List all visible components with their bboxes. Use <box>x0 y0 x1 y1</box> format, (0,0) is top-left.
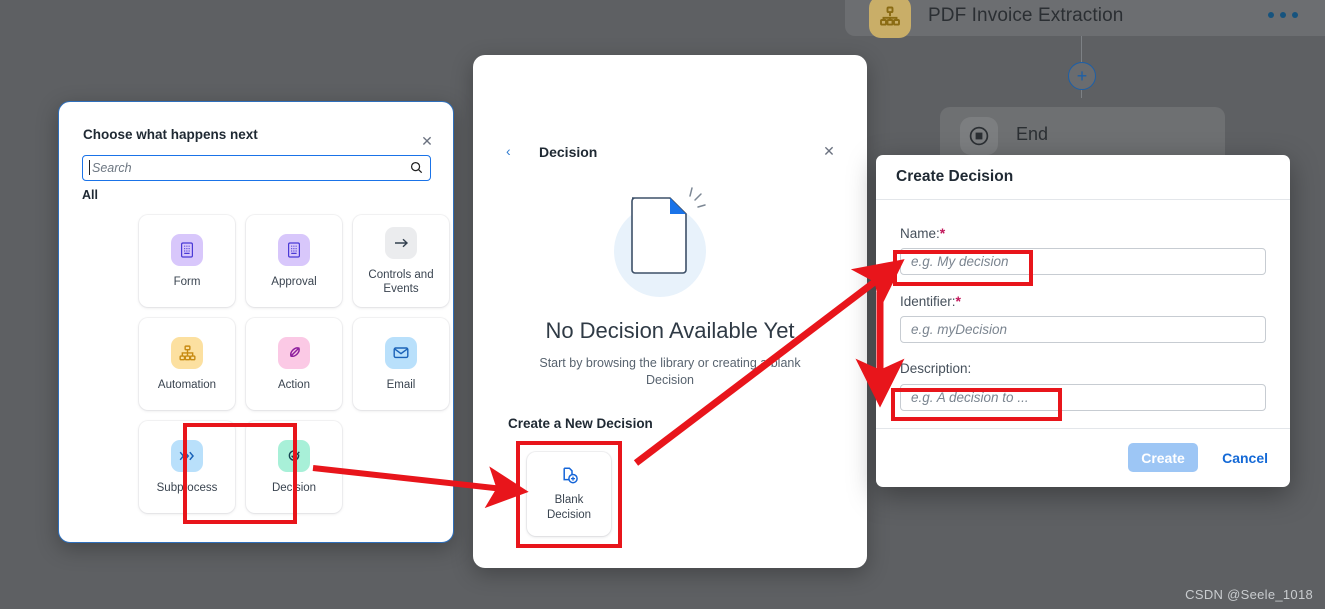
tile-row: Automation Action Email <box>139 318 465 410</box>
chevron-left-icon[interactable]: ‹ <box>506 143 511 159</box>
step-type-tile-grid: Form Approval Controls and Events Automa… <box>139 215 465 524</box>
empty-state-subtitle: Start by browsing the library or creatin… <box>539 356 801 387</box>
more-options-icon[interactable] <box>1268 4 1298 26</box>
dialog-footer: Create Cancel <box>876 428 1290 487</box>
name-input[interactable]: e.g. My decision <box>900 248 1266 275</box>
tile-empty-slot <box>353 421 449 513</box>
description-field-label: Description: <box>900 361 971 376</box>
search-placeholder: Search <box>92 161 132 175</box>
identifier-label-text: Identifier: <box>900 294 956 309</box>
arrow-right-icon <box>385 226 417 259</box>
tile-row: Subprocess Decision <box>139 421 465 513</box>
tile-row: Form Approval Controls and Events <box>139 215 465 307</box>
tile-subprocess[interactable]: Subprocess <box>139 421 235 513</box>
add-document-icon <box>560 466 579 485</box>
dialog-title: Create Decision <box>896 168 1014 185</box>
tile-label: Email <box>386 378 416 391</box>
search-input[interactable]: Search <box>82 155 431 181</box>
section-label-all: All <box>82 188 98 202</box>
blank-decision-label: Blank Decision <box>546 493 592 521</box>
identifier-input[interactable]: e.g. myDecision <box>900 316 1266 343</box>
action-icon <box>278 336 310 369</box>
org-chart-icon <box>869 0 911 38</box>
create-button[interactable]: Create <box>1128 443 1198 472</box>
subprocess-icon <box>171 439 203 472</box>
cancel-button[interactable]: Cancel <box>1222 443 1268 472</box>
automation-icon <box>171 336 203 369</box>
panel-title: Choose what happens next <box>83 127 258 142</box>
tile-label: Automation <box>157 378 217 391</box>
empty-state-title: No Decision Available Yet <box>545 318 795 343</box>
decision-icon <box>278 439 310 472</box>
plus-circle-icon[interactable]: + <box>1068 62 1096 90</box>
name-label-text: Name: <box>900 226 940 241</box>
close-icon[interactable]: ✕ <box>419 133 435 149</box>
approval-icon <box>278 233 310 266</box>
tile-email[interactable]: Email <box>353 318 449 410</box>
description-input[interactable]: e.g. A decision to ... <box>900 384 1266 411</box>
tile-label: Subprocess <box>156 481 218 494</box>
workflow-title: PDF Invoice Extraction <box>928 5 1124 26</box>
create-decision-dialog: Create Decision Name:* e.g. My decision … <box>876 155 1290 487</box>
tile-label: Action <box>278 378 310 391</box>
text-caret <box>89 160 90 175</box>
panel-title: Decision <box>539 144 598 160</box>
description-label-text: Description: <box>900 361 972 376</box>
form-icon <box>171 233 203 266</box>
tile-form[interactable]: Form <box>139 215 235 307</box>
tile-label: Form <box>173 275 201 288</box>
required-marker: * <box>939 225 946 241</box>
tile-approval[interactable]: Approval <box>246 215 342 307</box>
close-icon[interactable]: ✕ <box>821 143 837 159</box>
tile-label: Controls and Events <box>368 268 434 295</box>
end-node-label: End <box>1016 124 1049 144</box>
tile-automation[interactable]: Automation <box>139 318 235 410</box>
tile-decision[interactable]: Decision <box>246 421 342 513</box>
watermark: CSDN @Seele_1018 <box>1185 587 1313 602</box>
tile-action[interactable]: Action <box>246 318 342 410</box>
end-event-icon <box>960 117 998 155</box>
blank-document-icon <box>600 165 740 297</box>
required-marker: * <box>955 293 961 309</box>
name-field-label: Name:* <box>900 225 945 241</box>
dialog-header: Create Decision <box>876 155 1290 200</box>
tile-label: Approval <box>271 275 317 288</box>
tile-controls-and-events[interactable]: Controls and Events <box>353 215 449 307</box>
identifier-field-label: Identifier:* <box>900 293 961 309</box>
search-icon[interactable] <box>410 161 423 179</box>
create-new-decision-label: Create a New Decision <box>508 416 653 431</box>
tile-label: Decision <box>271 481 317 494</box>
choose-next-step-panel: Choose what happens next ✕ Search All Fo… <box>58 101 454 543</box>
email-icon <box>385 336 417 369</box>
blank-decision-tile[interactable]: Blank Decision <box>527 452 611 536</box>
